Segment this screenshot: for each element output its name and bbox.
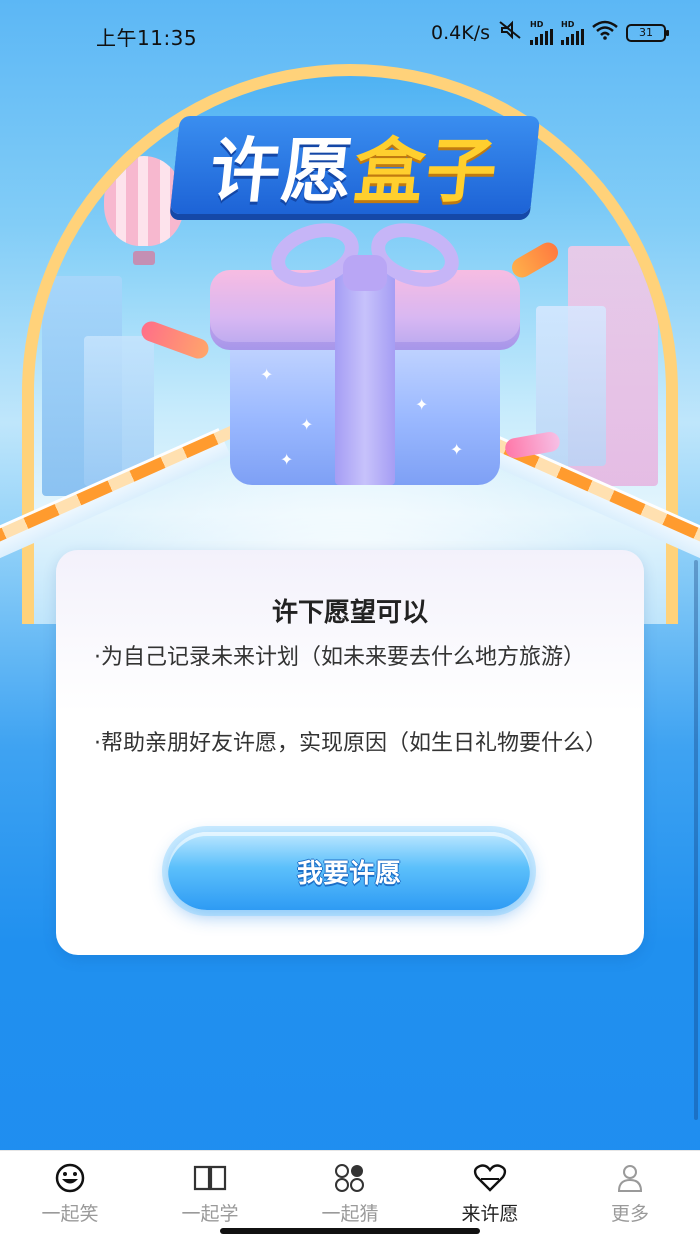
hero-title: 许愿 盒子	[169, 110, 541, 220]
signal-hd-tag: HD	[530, 19, 544, 29]
sparkle-icon: ✦	[300, 415, 314, 434]
scrollbar[interactable]	[694, 560, 698, 1120]
nav-label: 一起学	[181, 1203, 239, 1225]
signal-icon: HD	[530, 19, 553, 45]
sparkle-icon: ✦	[260, 365, 274, 384]
balloon-basket-illustration	[133, 251, 155, 265]
status-time: 上午11:35	[96, 26, 198, 50]
app-screen: 上午11:35 0.4K/s HD HD 31 许愿 盒子 ✦ ✦ ✦ ✦ ✦ …	[0, 0, 700, 1243]
gift-bow-knot	[343, 255, 387, 291]
nav-item-more[interactable]: 更多	[560, 1151, 700, 1243]
signal-hd-tag: HD	[561, 19, 575, 29]
sparkle-icon: ✦	[415, 395, 429, 414]
card-title: 许下愿望可以	[271, 598, 428, 628]
book-icon	[192, 1163, 228, 1193]
wifi-icon	[592, 20, 618, 45]
status-indicators: 0.4K/s HD HD 31	[431, 19, 669, 45]
gift-box-illustration: ✦ ✦ ✦ ✦ ✦	[200, 212, 530, 495]
user-icon	[615, 1163, 645, 1193]
mute-icon	[498, 20, 522, 45]
card-description-line: ·为自己记录未来计划（如未来要去什么地方旅游）	[94, 645, 585, 670]
make-wish-button[interactable]: 我要许愿	[168, 832, 530, 910]
nav-label: 更多	[610, 1203, 649, 1225]
gift-ribbon	[335, 270, 395, 485]
card-description-line: ·帮助亲朋好友许愿，实现原因（如生日礼物要什么）	[94, 731, 607, 756]
hero-title-part1: 许愿	[206, 129, 359, 212]
sparkle-icon: ✦	[450, 440, 464, 459]
signal-icon: HD	[561, 19, 584, 45]
circles-icon	[333, 1163, 367, 1193]
network-speed: 0.4K/s	[431, 21, 490, 44]
nav-item-laugh[interactable]: 一起笑	[0, 1151, 140, 1243]
battery-icon: 31	[626, 23, 669, 42]
status-bar: 上午11:35 0.4K/s HD HD 31	[0, 0, 700, 66]
nav-label: 一起笑	[41, 1203, 99, 1225]
hero-title-part2: 盒子	[350, 129, 503, 212]
nav-label: 一起猜	[321, 1203, 379, 1225]
nav-label: 来许愿	[461, 1203, 519, 1225]
sparkle-icon: ✦	[280, 450, 294, 469]
smiley-icon	[53, 1163, 87, 1193]
wish-info-card: 许下愿望可以 ·为自己记录未来计划（如未来要去什么地方旅游） ·帮助亲朋好友许愿…	[56, 550, 644, 955]
home-indicator[interactable]	[220, 1228, 480, 1234]
heart-icon	[473, 1163, 507, 1193]
make-wish-button-label: 我要许愿	[296, 858, 401, 889]
